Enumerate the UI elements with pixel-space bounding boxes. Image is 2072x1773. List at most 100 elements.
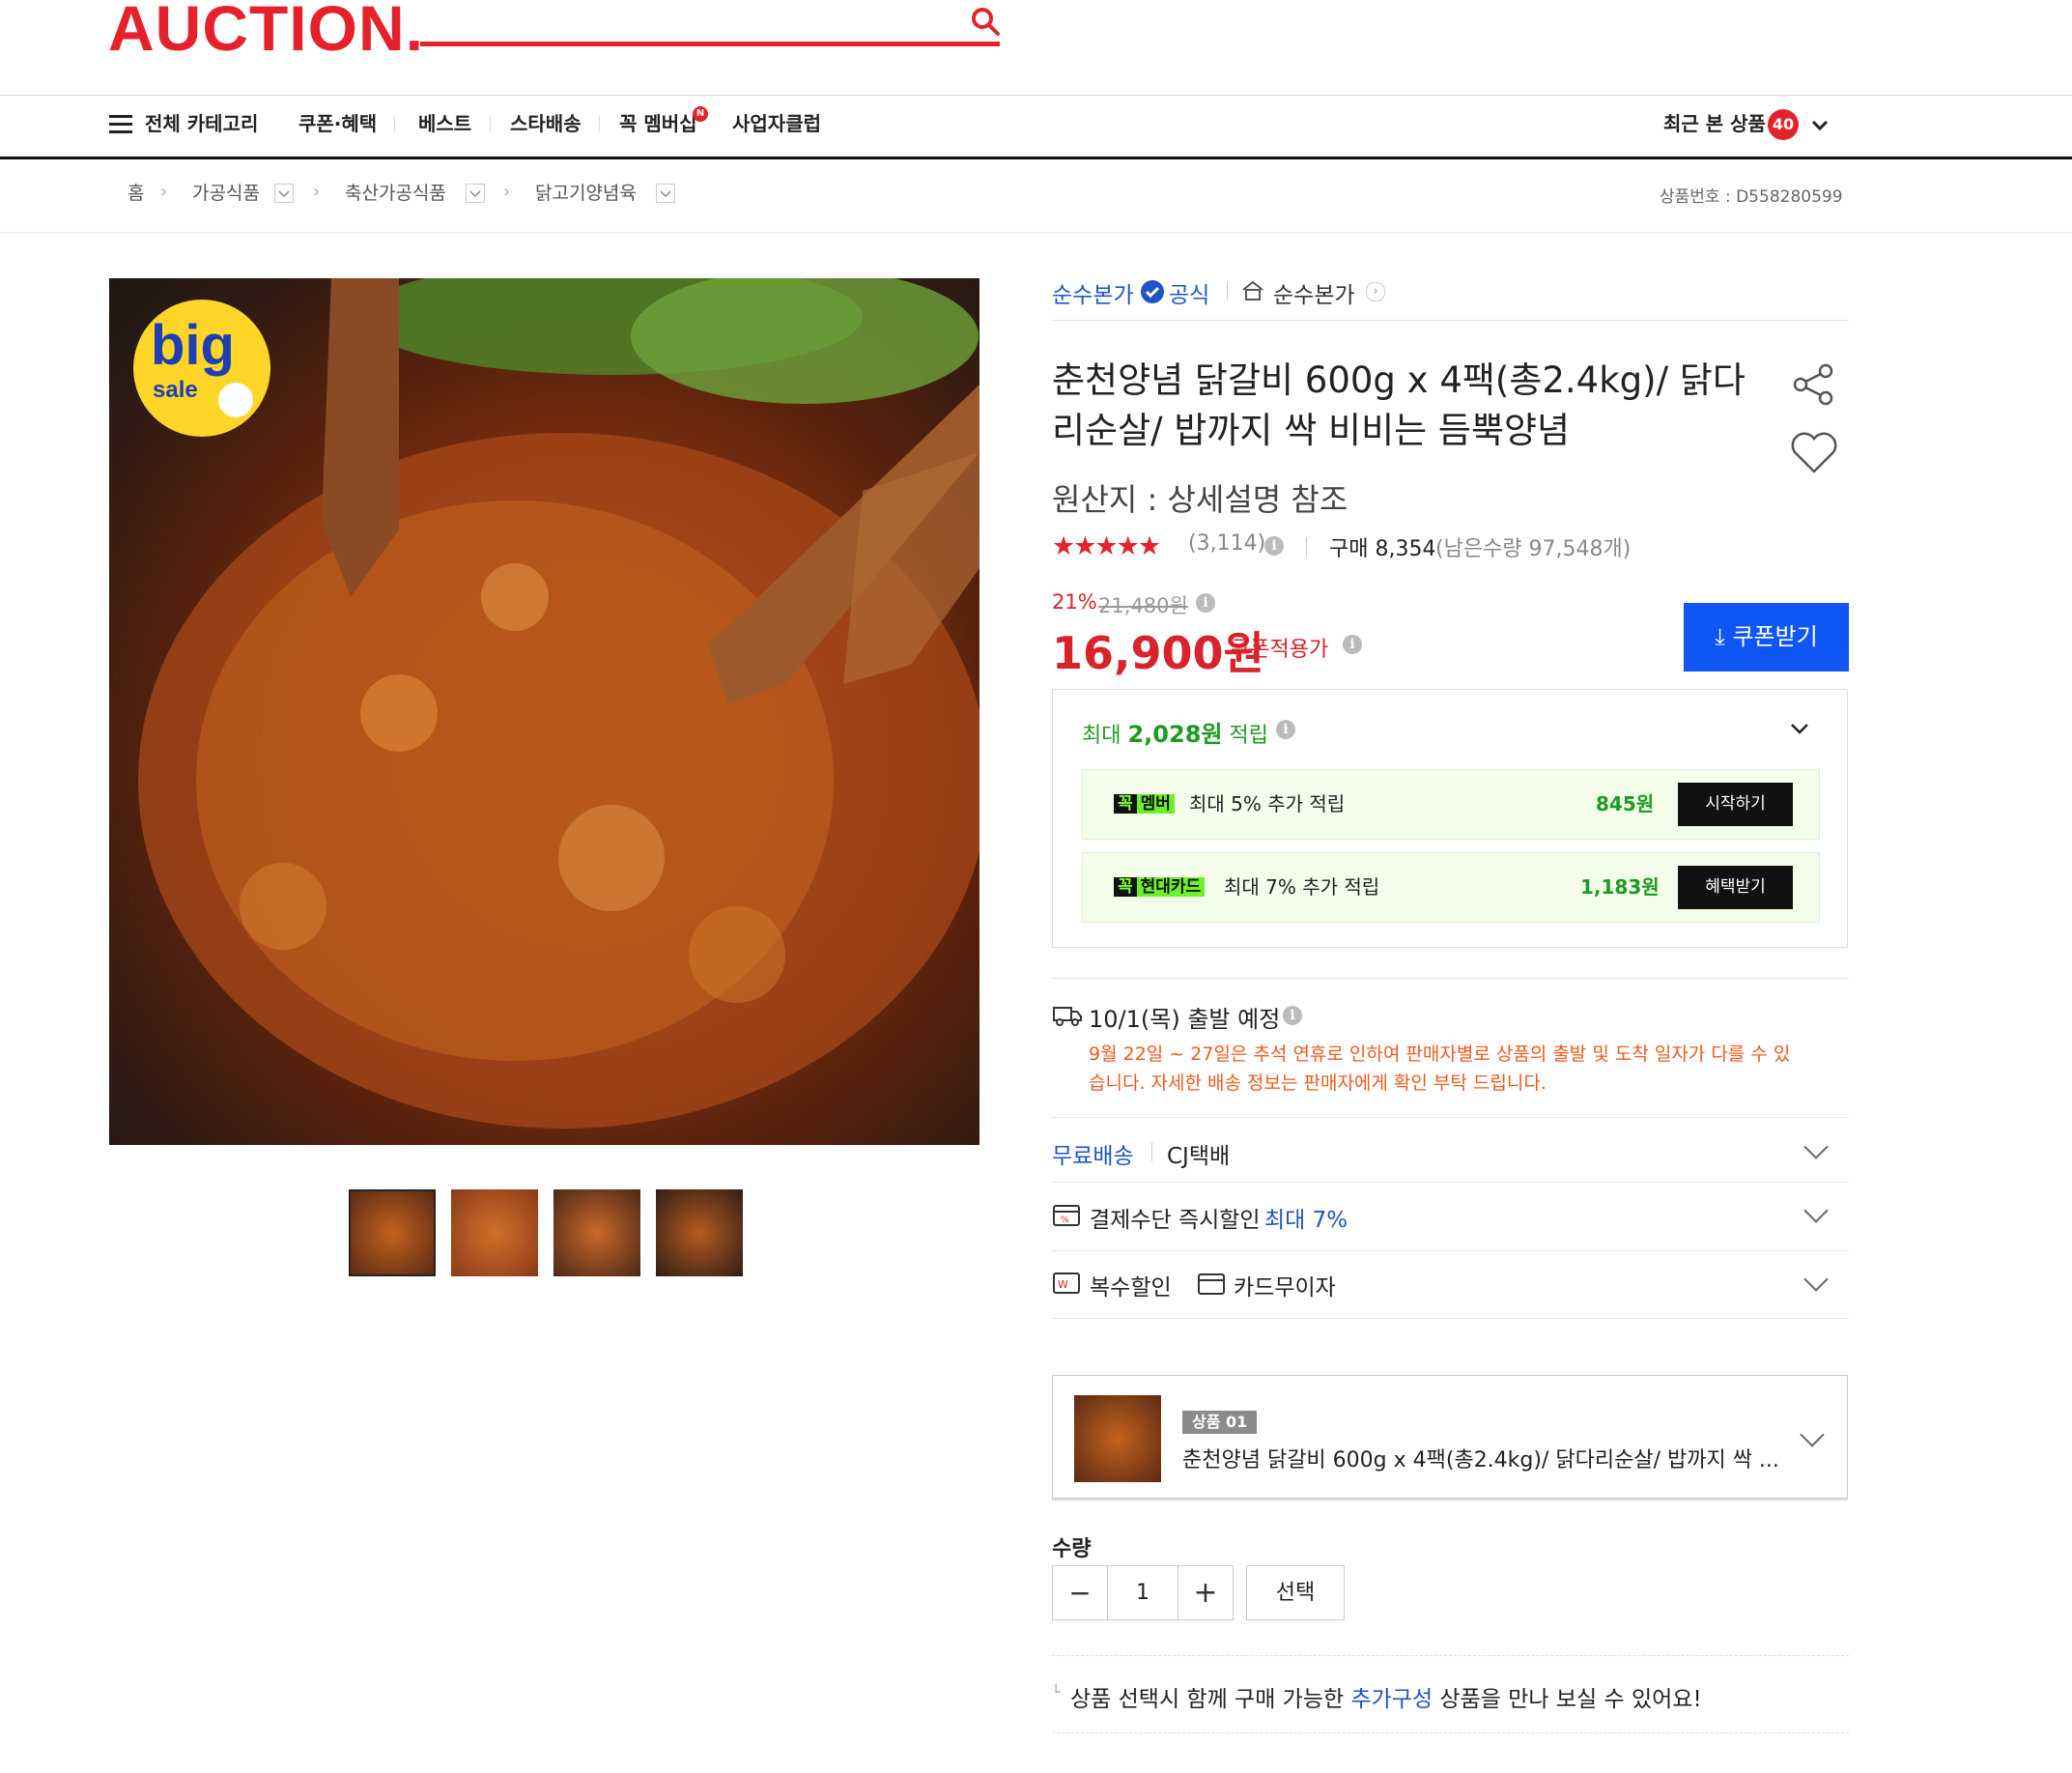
reward-row-amount: 845원	[1596, 792, 1655, 815]
discount-rate: 21%	[1052, 590, 1097, 614]
holiday-shipping-notice: 9월 22일 ~ 27일은 추석 연휴로 인하여 판매자별로 상품의 출발 및 …	[1089, 1044, 1791, 1094]
official-label: 공식	[1169, 283, 1210, 308]
breadcrumb-separator: ›	[503, 182, 511, 202]
dropdown-toggle[interactable]	[274, 184, 294, 203]
thumbnail-4[interactable]	[656, 1189, 743, 1276]
corner-arrow-icon: └	[1052, 1685, 1061, 1701]
nav-divider	[0, 157, 2072, 159]
review-count[interactable]: (3,114)	[1188, 531, 1265, 556]
coupon-download-button[interactable]: ⤓ 쿠폰받기	[1684, 603, 1849, 672]
reward-row-hyundai-card: 꼭 현대카드 최대 7% 추가 적립 1,183원 혜택받기	[1082, 852, 1820, 923]
quantity-stepper: − 1 +	[1052, 1565, 1234, 1620]
origin-info: 원산지 : 상세설명 참조	[1052, 481, 1348, 518]
chevron-right-icon[interactable]: ›	[1366, 282, 1385, 301]
card-icon	[1198, 1273, 1225, 1295]
start-membership-button[interactable]: 시작하기	[1678, 783, 1793, 826]
multi-discount-icon: W	[1053, 1273, 1080, 1294]
addon-suffix: 상품을 만나 보실 수 있어요!	[1433, 1687, 1702, 1712]
heart-icon[interactable]	[1789, 431, 1839, 475]
remaining-stock: (남은수량 97,548개)	[1435, 537, 1632, 561]
nav-all-categories[interactable]: 전체 카테고리	[145, 112, 258, 135]
truck-icon	[1053, 1007, 1082, 1026]
reward-row-membership: 꼭 멤버 최대 5% 추가 적립 845원 시작하기	[1082, 769, 1820, 840]
dropdown-toggle[interactable]	[656, 184, 675, 203]
quantity-minus-button[interactable]: −	[1053, 1566, 1107, 1619]
rabbit-icon	[218, 383, 253, 417]
share-icon[interactable]	[1791, 361, 1837, 408]
select-button[interactable]: 선택	[1246, 1565, 1345, 1620]
search-input[interactable]	[420, 42, 1000, 46]
nav-separator	[490, 116, 491, 131]
nav-business-club[interactable]: 사업자클럽	[732, 112, 821, 135]
seller-separator	[1227, 281, 1228, 300]
header-divider	[0, 95, 2072, 96]
addon-link[interactable]: 추가구성	[1350, 1687, 1433, 1712]
free-shipping-label: 무료배송	[1052, 1144, 1134, 1169]
chevron-down-icon[interactable]	[1789, 719, 1810, 738]
nav-best[interactable]: 베스트	[418, 112, 471, 135]
coupon-button-label: 쿠폰받기	[1732, 623, 1818, 650]
payment-discount-icon: %	[1053, 1205, 1080, 1226]
breadcrumb-divider	[0, 232, 2072, 233]
reward-summary[interactable]: 최대 2,028원 적립	[1082, 715, 1268, 749]
dashed-divider	[1052, 1655, 1849, 1656]
recent-products-label[interactable]: 최근 본 상품	[1663, 112, 1766, 135]
coupon-price-label: 쿠폰적용가	[1231, 638, 1329, 662]
dropdown-toggle[interactable]	[466, 184, 485, 203]
chevron-down-icon[interactable]	[1803, 1267, 1829, 1292]
chevron-down-icon	[278, 190, 290, 198]
dashed-divider	[1052, 1732, 1849, 1733]
auction-logo[interactable]: AUCTION.	[108, 0, 424, 60]
breadcrumb-level-3[interactable]: 닭고기양념육	[535, 182, 637, 205]
section-divider	[1052, 1117, 1849, 1118]
recent-count-badge: 40	[1768, 109, 1799, 140]
hyundai-card-tag: 꼭 현대카드	[1114, 874, 1206, 900]
product-main-image[interactable]: big sale	[109, 278, 979, 1145]
chevron-down-icon[interactable]	[1800, 1422, 1825, 1447]
breadcrumb-level-2[interactable]: 축산가공식품	[345, 182, 446, 205]
info-icon[interactable]: i	[1276, 720, 1295, 739]
quantity-input[interactable]: 1	[1108, 1566, 1178, 1619]
nav-separator	[599, 116, 600, 131]
addon-prefix: 상품 선택시 함께 구매 가능한	[1070, 1687, 1351, 1712]
section-divider	[1052, 1250, 1849, 1251]
reward-amount: 2,028원	[1127, 721, 1223, 748]
quantity-plus-button[interactable]: +	[1178, 1566, 1233, 1619]
reward-row-text: 최대 7% 추가 적립	[1224, 875, 1380, 899]
option-tag: 상품 01	[1182, 1411, 1258, 1434]
breadcrumb-separator: ›	[313, 182, 321, 202]
thumbnail-3[interactable]	[553, 1189, 640, 1276]
reward-suffix: 적립	[1222, 724, 1268, 748]
chevron-down-icon[interactable]	[1810, 116, 1830, 135]
search-icon[interactable]	[969, 5, 1002, 38]
breadcrumb-separator: ›	[160, 182, 168, 202]
chevron-down-icon[interactable]	[1803, 1198, 1829, 1223]
product-title: 춘천양념 닭갈비 600g x 4팩(총2.4kg)/ 닭다리순살/ 밥까지 싹…	[1052, 359, 1746, 451]
breadcrumb-level-1[interactable]: 가공식품	[192, 182, 260, 205]
reward-row-amount: 1,183원	[1580, 875, 1660, 899]
payment-discount-label: 결제수단 즉시할인	[1090, 1208, 1261, 1233]
seller-name[interactable]: 순수본가	[1052, 276, 1134, 309]
get-benefit-button[interactable]: 혜택받기	[1678, 866, 1793, 909]
thumbnail-1[interactable]	[349, 1189, 436, 1276]
info-icon[interactable]: i	[1343, 635, 1362, 654]
reward-prefix: 최대	[1082, 724, 1128, 748]
info-icon[interactable]: i	[1264, 536, 1284, 556]
nav-coupon-benefits[interactable]: 쿠폰·혜택	[298, 112, 377, 135]
info-icon[interactable]: i	[1196, 593, 1215, 613]
breadcrumb-home[interactable]: 홈	[128, 182, 144, 205]
reward-panel: 최대 2,028원 적립 i 꼭 멤버 최대 5% 추가 적립 845원 시작하기…	[1052, 689, 1848, 948]
nav-star-delivery[interactable]: 스타배송	[510, 112, 582, 135]
thumbnail-2[interactable]	[451, 1189, 538, 1276]
chevron-down-icon	[469, 190, 481, 198]
chevron-down-icon[interactable]	[1803, 1134, 1829, 1159]
seller-shop-link[interactable]: 순수본가	[1273, 276, 1355, 309]
info-icon[interactable]: i	[1283, 1006, 1302, 1025]
option-thumbnail	[1074, 1395, 1161, 1482]
chevron-down-icon	[660, 190, 671, 198]
menu-icon[interactable]	[109, 115, 132, 138]
option-selector[interactable]: 상품 01 춘천양념 닭갈비 600g x 4팩(총2.4kg)/ 닭다리순살/…	[1052, 1375, 1848, 1499]
section-divider	[1052, 978, 1849, 979]
svg-text:%: %	[1061, 1215, 1069, 1225]
nav-membership[interactable]: 꼭 멤버십	[619, 112, 697, 135]
